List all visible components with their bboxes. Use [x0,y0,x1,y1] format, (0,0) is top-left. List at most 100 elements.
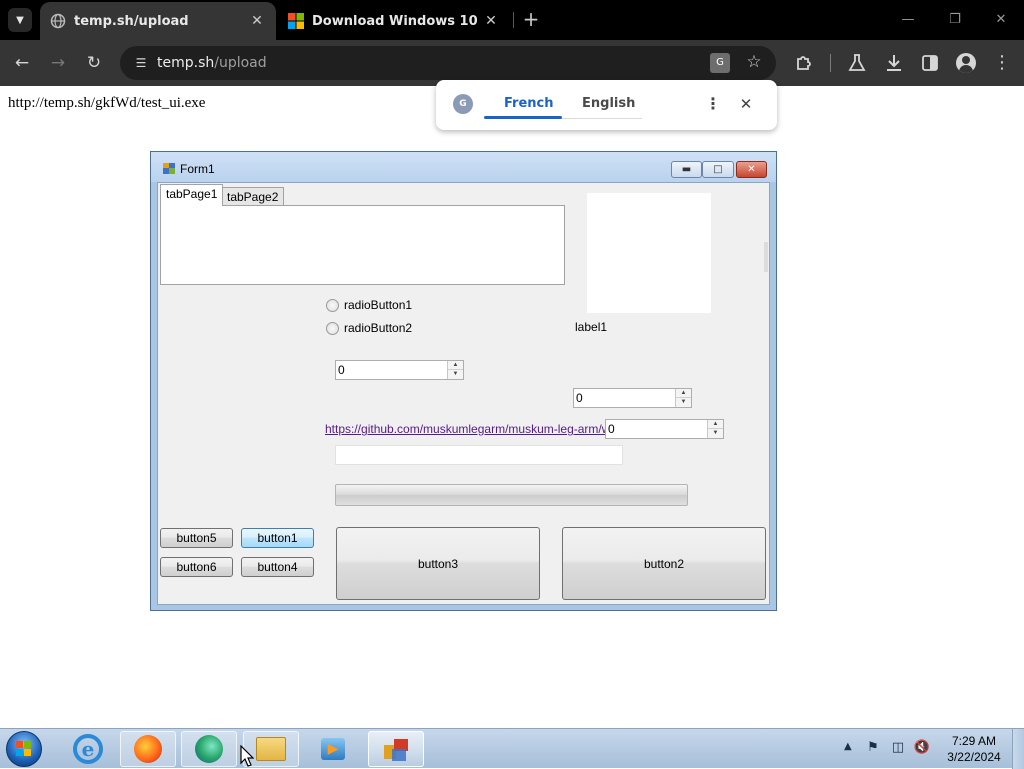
radio-label: radioButton2 [344,321,413,335]
site-info-button[interactable]: ☰ [132,54,150,72]
numeric-updown-2[interactable]: 0 ▲ ▼ [573,388,692,408]
window-restore-button[interactable]: ❐ [942,8,968,32]
tab-search-button[interactable]: ▼ [8,8,32,32]
button5[interactable]: button5 [160,528,233,548]
new-tab-button[interactable]: + [520,9,542,31]
radio-button-1[interactable]: radioButton1 [326,298,412,312]
edge-icon [195,735,223,763]
plus-icon: + [522,7,540,31]
toolbar-divider [830,54,831,72]
target-language-tab[interactable]: English [582,96,635,111]
taskbar-edge[interactable] [181,731,237,767]
button3[interactable]: button3 [336,527,540,600]
reload-button[interactable]: ↻ [82,51,106,75]
taskbar-firefox[interactable] [120,731,176,767]
taskbar-media-player[interactable]: ▶ [305,731,361,767]
action-center-flag-icon[interactable]: ⚑ [864,739,882,757]
button4[interactable]: button4 [241,557,314,577]
kebab-menu-icon[interactable]: ⋮ [990,51,1014,75]
spin-down-icon[interactable]: ▼ [708,429,723,438]
forward-button[interactable]: → [46,51,70,75]
form-maximize-button[interactable]: □ [702,161,734,178]
form1-client-area: tabPage1 tabPage2 label1 radioButton1 ra… [157,182,770,605]
tab-separator [513,12,514,28]
close-icon[interactable]: ✕ [736,94,756,114]
back-button[interactable]: ← [10,51,34,75]
show-desktop-button[interactable] [1012,729,1024,769]
button1[interactable]: button1 [241,528,314,548]
system-clock[interactable]: 7:29 AM 3/22/2024 [944,733,1004,765]
window-minimize-button[interactable]: — [895,8,921,32]
close-tab-icon[interactable]: ✕ [482,13,500,29]
active-tab-indicator [484,116,562,119]
spin-up-icon[interactable]: ▲ [676,389,691,398]
tab-download-windows[interactable]: Download Windows 10 ✕ [278,2,510,40]
spin-down-icon[interactable]: ▼ [676,398,691,407]
windows-logo-icon [16,741,32,757]
resize-edge [764,242,768,272]
url-host: temp.sh [157,55,215,71]
picture-box [587,193,711,313]
tab-tabpage2[interactable]: tabPage2 [221,187,285,207]
tab-temp-sh[interactable]: temp.sh/upload ✕ [40,2,276,40]
volume-muted-icon[interactable]: 🔇 [913,739,931,757]
updown-value: 0 [338,363,345,377]
restore-icon: ❐ [949,12,961,27]
spin-up-icon[interactable]: ▲ [448,361,463,370]
globe-icon [50,13,66,29]
form1-titlebar[interactable]: Form1 ▬ □ ✕ [151,152,776,182]
tab-title: Download Windows 10 [312,13,478,29]
taskbar-ie[interactable]: e [60,731,116,767]
form1-window: Form1 ▬ □ ✕ tabPage1 tabPage2 label1 rad… [150,151,777,611]
flask-icon[interactable] [847,53,867,73]
numeric-updown-1[interactable]: 0 ▲ ▼ [335,360,464,380]
source-language-tab[interactable]: French [504,96,554,111]
radio-circle[interactable] [326,321,339,335]
tab-panel [160,205,565,285]
form-minimize-button[interactable]: ▬ [671,161,702,178]
label1: label1 [575,320,608,334]
address-url[interactable]: temp.sh/upload [157,55,267,71]
numeric-updown-3[interactable]: 0 ▲ ▼ [605,419,724,439]
show-hidden-icons-button[interactable]: ▲ [844,741,852,752]
internet-explorer-icon: e [73,734,103,764]
browser-tab-strip: ▼ temp.sh/upload ✕ Download Windows 10 ✕… [0,0,1024,40]
taskbar-form1[interactable] [368,731,424,767]
taskbar: e ▶ ▲ ⚑ ◫ 🔇 7:29 AM 3/22/2024 [0,728,1024,769]
start-button[interactable] [6,731,42,767]
side-panel-icon[interactable] [920,53,940,73]
spin-down-icon[interactable]: ▼ [448,370,463,379]
text-box[interactable] [335,445,623,465]
tab-tabpage1[interactable]: tabPage1 [160,184,224,206]
form-close-button[interactable]: ✕ [736,161,767,178]
windows-logo-icon [288,13,304,29]
close-tab-icon[interactable]: ✕ [248,13,266,29]
progress-bar [335,484,688,506]
mouse-cursor-icon [240,745,254,767]
google-translate-icon: G [453,94,473,114]
github-link[interactable]: https://github.com/muskumlegarm/muskum-l… [325,422,622,436]
minimize-icon: — [901,12,915,27]
button6[interactable]: button6 [160,557,233,577]
spin-up-icon[interactable]: ▲ [708,420,723,429]
translate-icon[interactable]: G [710,53,730,73]
form-app-icon [382,735,410,763]
network-icon[interactable]: ◫ [889,739,907,757]
more-options-icon[interactable]: ⋮ [704,94,722,114]
radio-circle[interactable] [326,298,339,312]
button2[interactable]: button2 [562,527,766,600]
download-icon[interactable] [884,53,904,73]
puzzle-icon[interactable] [794,53,814,73]
reload-icon: ↻ [86,53,102,73]
file-explorer-icon [256,737,286,761]
minimize-icon: ▬ [681,164,692,175]
clock-date: 3/22/2024 [947,750,1001,764]
tab-baseline [562,118,642,119]
star-icon[interactable]: ☆ [744,52,764,72]
window-close-button[interactable]: ✕ [988,8,1014,32]
radio-button-2[interactable]: radioButton2 [326,321,412,335]
media-player-icon: ▶ [321,738,345,760]
spin-buttons: ▲ ▼ [707,420,723,438]
updown-value: 0 [576,391,583,405]
profile-icon[interactable] [956,53,976,73]
